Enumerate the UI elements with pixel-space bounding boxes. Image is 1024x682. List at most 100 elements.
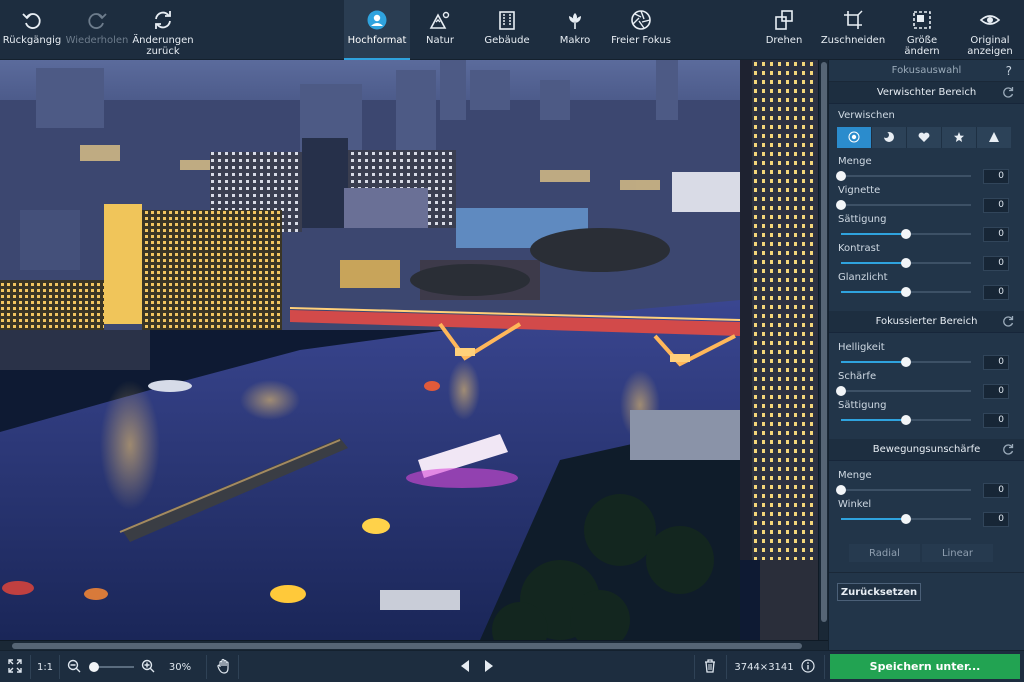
previous-image-button[interactable]	[456, 651, 474, 682]
shape-triangle-button[interactable]	[977, 127, 1011, 148]
rotate-button[interactable]: Drehen	[758, 0, 810, 60]
photo-canvas[interactable]	[0, 60, 818, 640]
sharpness-slider[interactable]	[836, 385, 971, 397]
horizontal-scroll-thumb[interactable]	[12, 643, 802, 649]
building-icon	[496, 5, 518, 35]
highlight-label: Glanzlicht	[838, 272, 888, 283]
contrast-slider[interactable]	[841, 257, 971, 269]
separator	[726, 655, 727, 679]
zoom-in-button[interactable]	[138, 651, 158, 682]
show-original-label: Original anzeigen	[967, 35, 1013, 57]
blur-saturation-value[interactable]: 0	[983, 227, 1009, 242]
slider-knob[interactable]	[836, 386, 846, 396]
slider-knob[interactable]	[901, 415, 911, 425]
vertical-scroll-thumb[interactable]	[821, 62, 827, 622]
fullscreen-icon	[8, 658, 22, 676]
preset-free-focus-label: Freier Fokus	[611, 35, 671, 46]
blur-label: Verwischen	[838, 110, 895, 121]
revert-changes-button[interactable]: Änderungen zurück	[130, 0, 196, 60]
shape-star-button[interactable]	[942, 127, 977, 148]
horizontal-scrollbar[interactable]	[0, 640, 828, 650]
trash-icon	[704, 658, 716, 676]
zoom-out-icon	[67, 659, 81, 676]
resize-icon	[911, 5, 933, 35]
slider-knob[interactable]	[901, 258, 911, 268]
vignette-value[interactable]: 0	[983, 198, 1009, 213]
angle-value[interactable]: 0	[983, 512, 1009, 527]
preset-free-focus-button[interactable]: Freier Fokus	[606, 0, 676, 60]
show-original-button[interactable]: Original anzeigen	[960, 0, 1020, 60]
redo-button[interactable]: Wiederholen	[64, 0, 130, 60]
blur-saturation-slider[interactable]	[841, 228, 971, 240]
motion-amount-slider[interactable]	[836, 484, 971, 496]
panel-title: Fokusauswahl	[891, 65, 962, 76]
separator	[206, 655, 207, 679]
arrow-left-icon	[460, 659, 470, 675]
focus-settings-panel: Fokusauswahl ? Verwischter Bereich Verwi…	[828, 60, 1024, 650]
slider-knob[interactable]	[901, 287, 911, 297]
sharpness-value[interactable]: 0	[983, 384, 1009, 399]
resize-button[interactable]: Größe ändern	[894, 0, 950, 60]
hand-tool-button[interactable]	[210, 651, 238, 682]
vignette-slider[interactable]	[836, 199, 971, 211]
highlight-value[interactable]: 0	[983, 285, 1009, 300]
refresh-icon[interactable]	[1002, 315, 1014, 330]
contrast-value[interactable]: 0	[983, 256, 1009, 271]
help-icon[interactable]: ?	[1006, 64, 1012, 78]
slider-knob[interactable]	[836, 485, 846, 495]
slider-knob[interactable]	[901, 357, 911, 367]
motion-blur-title: Bewegungsunschärfe	[872, 444, 981, 455]
fit-to-screen-button[interactable]	[0, 651, 30, 682]
delete-button[interactable]	[698, 651, 722, 682]
motion-amount-value[interactable]: 0	[983, 483, 1009, 498]
linear-mode-button[interactable]: Linear	[922, 544, 993, 562]
eye-icon	[979, 5, 1001, 35]
separator	[238, 655, 239, 679]
preset-portrait-label: Hochformat	[347, 35, 407, 46]
zoom-percent: 30%	[168, 661, 192, 673]
preset-buildings-button[interactable]: Gebäude	[474, 0, 540, 60]
aperture-icon	[630, 5, 652, 35]
next-image-button[interactable]	[480, 651, 498, 682]
blurred-area-title: Verwischter Bereich	[876, 87, 977, 98]
separator	[824, 655, 825, 679]
reset-button[interactable]: Zurücksetzen	[837, 583, 921, 601]
image-info-button[interactable]	[798, 651, 818, 682]
focus-saturation-slider[interactable]	[841, 414, 971, 426]
refresh-icon[interactable]	[1002, 86, 1014, 101]
motion-amount-label: Menge	[838, 470, 872, 481]
radial-mode-button[interactable]: Radial	[849, 544, 920, 562]
vertical-scrollbar[interactable]	[818, 60, 828, 640]
redo-label: Wiederholen	[65, 35, 129, 46]
highlight-slider[interactable]	[841, 286, 971, 298]
zoom-out-button[interactable]	[64, 651, 84, 682]
actual-size-button[interactable]: 1:1	[31, 651, 59, 682]
brightness-slider[interactable]	[841, 356, 971, 368]
saturation-label: Sättigung	[838, 214, 887, 225]
undo-button[interactable]: Rückgängig	[2, 0, 62, 60]
shape-circle-button[interactable]	[837, 127, 872, 148]
blur-amount-value[interactable]: 0	[983, 169, 1009, 184]
slider-knob[interactable]	[836, 171, 846, 181]
blur-amount-slider[interactable]	[836, 170, 971, 182]
focused-area-header: Fokussierter Bereich	[829, 311, 1024, 333]
blur-shape-selector	[837, 127, 1011, 148]
save-as-button[interactable]: Speichern unter...	[830, 654, 1020, 679]
zoom-slider-knob[interactable]	[89, 662, 100, 672]
undo-label: Rückgängig	[2, 35, 62, 46]
slider-knob[interactable]	[901, 514, 911, 524]
preset-macro-button[interactable]: Makro	[548, 0, 602, 60]
shape-heart-button[interactable]	[907, 127, 942, 148]
angle-slider[interactable]	[841, 513, 971, 525]
slider-knob[interactable]	[901, 229, 911, 239]
crop-button[interactable]: Zuschneiden	[818, 0, 888, 60]
focus-saturation-value[interactable]: 0	[983, 413, 1009, 428]
brightness-value[interactable]: 0	[983, 355, 1009, 370]
preset-portrait-button[interactable]: Hochformat	[344, 0, 410, 60]
shape-halfcircle-button[interactable]	[872, 127, 907, 148]
portrait-icon	[366, 5, 388, 35]
refresh-icon[interactable]	[1002, 443, 1014, 458]
preset-nature-button[interactable]: Natur	[412, 0, 468, 60]
slider-knob[interactable]	[836, 200, 846, 210]
top-toolbar: Rückgängig Wiederholen Änderungen zurück…	[0, 0, 1024, 60]
